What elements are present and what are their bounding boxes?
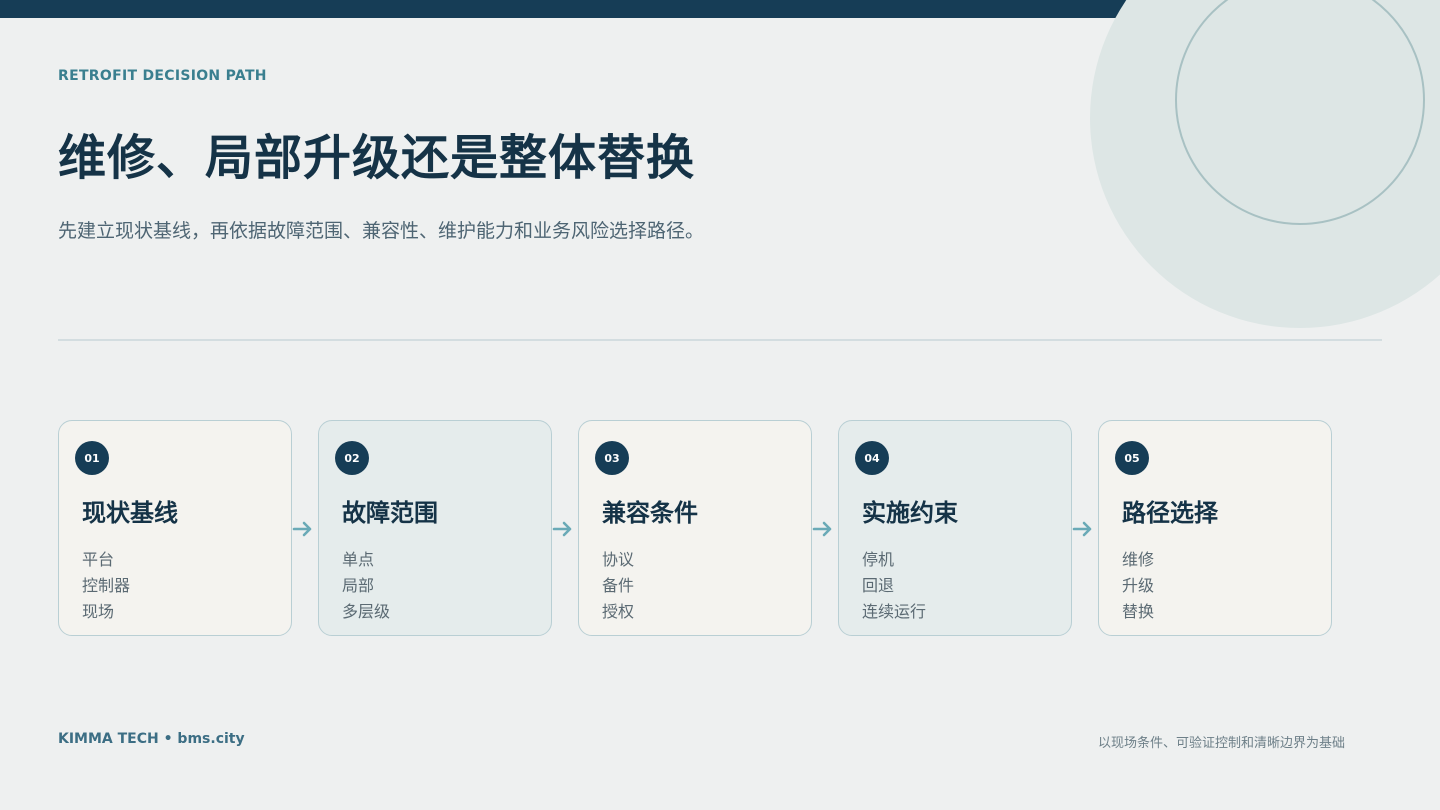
step-item: 授权 bbox=[602, 602, 635, 621]
step-number-badge: 01 bbox=[75, 441, 109, 475]
step-number-badge: 03 bbox=[595, 441, 629, 475]
outline-decorative-circle bbox=[1175, 0, 1425, 225]
section-divider bbox=[58, 339, 1382, 341]
decision-steps: 01 现状基线 平台 控制器 现场 02 故障范围 单点 局部 多层级 03 兼… bbox=[58, 420, 1358, 638]
step-card-fault-scope: 02 故障范围 单点 局部 多层级 bbox=[318, 420, 552, 636]
step-item: 回退 bbox=[862, 576, 895, 595]
step-items: 单点 局部 多层级 bbox=[342, 547, 390, 625]
step-title: 路径选择 bbox=[1122, 499, 1218, 527]
arrow-right-icon bbox=[812, 521, 832, 537]
large-decorative-circle bbox=[1090, 0, 1440, 328]
eyebrow-label: RETROFIT DECISION PATH bbox=[58, 68, 267, 84]
page-title: 维修、局部升级还是整体替换 bbox=[58, 130, 696, 186]
step-items: 协议 备件 授权 bbox=[602, 547, 634, 625]
step-item: 维修 bbox=[1122, 550, 1155, 569]
step-item: 升级 bbox=[1122, 576, 1155, 595]
step-item: 连续运行 bbox=[862, 602, 927, 621]
step-title: 现状基线 bbox=[82, 499, 178, 527]
footer-note: 以现场条件、可验证控制和清晰边界为基础 bbox=[1097, 736, 1345, 751]
step-item: 替换 bbox=[1122, 602, 1155, 621]
step-title: 实施约束 bbox=[862, 499, 958, 527]
step-item: 局部 bbox=[342, 576, 375, 595]
step-item: 多层级 bbox=[342, 602, 391, 621]
top-accent-bar bbox=[0, 0, 1440, 18]
arrow-right-icon bbox=[292, 521, 312, 537]
step-number-badge: 04 bbox=[855, 441, 889, 475]
step-card-path-selection: 05 路径选择 维修 升级 替换 bbox=[1098, 420, 1332, 636]
step-items: 平台 控制器 现场 bbox=[82, 547, 130, 625]
step-item: 备件 bbox=[602, 576, 635, 595]
step-item: 协议 bbox=[602, 550, 635, 569]
step-number-badge: 05 bbox=[1115, 441, 1149, 475]
step-items: 停机 回退 连续运行 bbox=[862, 547, 926, 625]
arrow-right-icon bbox=[1072, 521, 1092, 537]
step-number-badge: 02 bbox=[335, 441, 369, 475]
step-item: 停机 bbox=[862, 550, 895, 569]
step-card-baseline: 01 现状基线 平台 控制器 现场 bbox=[58, 420, 292, 636]
arrow-right-icon bbox=[552, 521, 572, 537]
step-item: 单点 bbox=[342, 550, 375, 569]
step-card-constraints: 04 实施约束 停机 回退 连续运行 bbox=[838, 420, 1072, 636]
step-card-compatibility: 03 兼容条件 协议 备件 授权 bbox=[578, 420, 812, 636]
step-item: 控制器 bbox=[82, 576, 131, 595]
step-title: 兼容条件 bbox=[602, 499, 698, 527]
step-title: 故障范围 bbox=[342, 499, 438, 527]
page-subtitle: 先建立现状基线，再依据故障范围、兼容性、维护能力和业务风险选择路径。 bbox=[58, 220, 705, 242]
footer-brand: KIMMA TECH • bms.city bbox=[58, 731, 245, 747]
step-item: 现场 bbox=[82, 602, 115, 621]
step-item: 平台 bbox=[82, 550, 115, 569]
step-items: 维修 升级 替换 bbox=[1122, 547, 1154, 625]
